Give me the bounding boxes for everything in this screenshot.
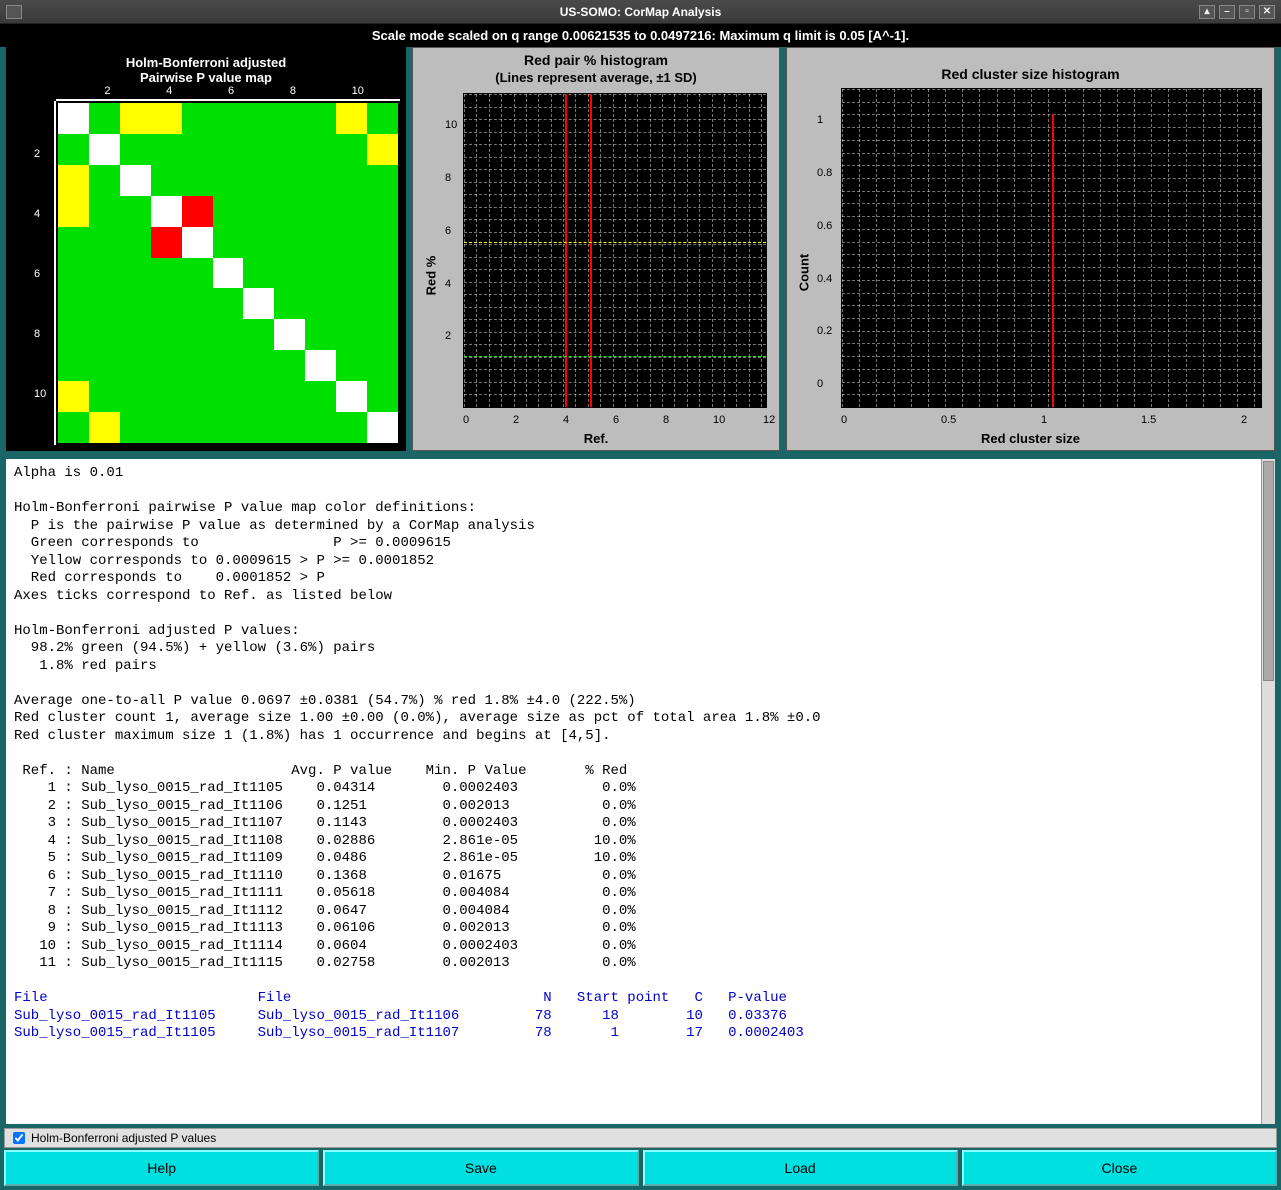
window-menu-icon[interactable] [6,5,22,19]
heatmap-cell [89,134,120,165]
scale-mode-bar: Scale mode scaled on q range 0.00621535 … [0,24,1281,47]
button-row: Help Save Load Close [0,1150,1281,1190]
heatmap-cell [58,165,89,196]
heatmap-title: Holm-Bonferroni adjusted [10,55,402,70]
heatmap-cell [367,412,398,443]
heatmap-cell [58,196,89,227]
holm-bonferroni-checkbox[interactable] [13,1132,25,1144]
heatmap-cell [58,381,89,412]
hist1-title: Red pair % histogram [417,52,775,68]
load-button[interactable]: Load [643,1150,958,1186]
heatmap-cell [120,165,151,196]
hist2-title: Red cluster size histogram [791,66,1270,82]
window-titlebar: US-SOMO: CorMap Analysis ▴ – ▫ ✕ [0,0,1281,24]
hist1-plot[interactable] [463,93,767,408]
pvalue-heatmap-panel: Holm-Bonferroni adjusted Pairwise P valu… [6,47,406,451]
checkbox-row: Holm-Bonferroni adjusted P values [4,1128,1277,1148]
scrollbar-thumb[interactable] [1263,461,1274,681]
heatmap-cell [151,103,182,134]
hist2-plot[interactable] [841,88,1262,408]
heatmap-cell [120,103,151,134]
hist2-ylabel: Count [796,254,811,292]
close-button[interactable]: Close [962,1150,1277,1186]
close-icon[interactable]: ✕ [1259,5,1275,19]
heatmap-cell [305,350,336,381]
heatmap-cell [58,103,89,134]
heatmap-cell [367,134,398,165]
scrollbar-track[interactable] [1261,459,1275,1124]
heatmap-cell [336,103,367,134]
roll-up-icon[interactable]: ▴ [1199,5,1215,19]
hist1-ylabel: Red % [423,255,438,295]
heatmap-cell [213,258,244,289]
heatmap-cell [89,412,120,443]
heatmap-cell [151,196,182,227]
window-title: US-SOMO: CorMap Analysis [560,5,722,19]
heatmap-cell [274,319,305,350]
help-button[interactable]: Help [4,1150,319,1186]
red-pair-histogram-panel: Red pair % histogram (Lines represent av… [412,47,780,451]
holm-bonferroni-label: Holm-Bonferroni adjusted P values [31,1131,216,1145]
hist2-xlabel: Red cluster size [791,431,1270,446]
analysis-text[interactable]: Alpha is 0.01 Holm-Bonferroni pairwise P… [6,459,1275,1124]
heatmap-cell [151,227,182,258]
heatmap-cell [182,227,213,258]
heatmap-subtitle: Pairwise P value map [10,70,402,85]
charts-row: Holm-Bonferroni adjusted Pairwise P valu… [0,47,1281,457]
text-output-area: Alpha is 0.01 Holm-Bonferroni pairwise P… [4,457,1277,1126]
minimize-icon[interactable]: – [1219,5,1235,19]
cluster-size-histogram-panel: Red cluster size histogram Count Red clu… [786,47,1275,451]
maximize-icon[interactable]: ▫ [1239,5,1255,19]
hist1-subtitle: (Lines represent average, ±1 SD) [417,70,775,85]
heatmap-cell [182,196,213,227]
heatmap-grid[interactable] [58,103,398,443]
heatmap-cell [243,288,274,319]
hist1-xlabel: Ref. [417,431,775,446]
heatmap-cell [336,381,367,412]
save-button[interactable]: Save [323,1150,638,1186]
